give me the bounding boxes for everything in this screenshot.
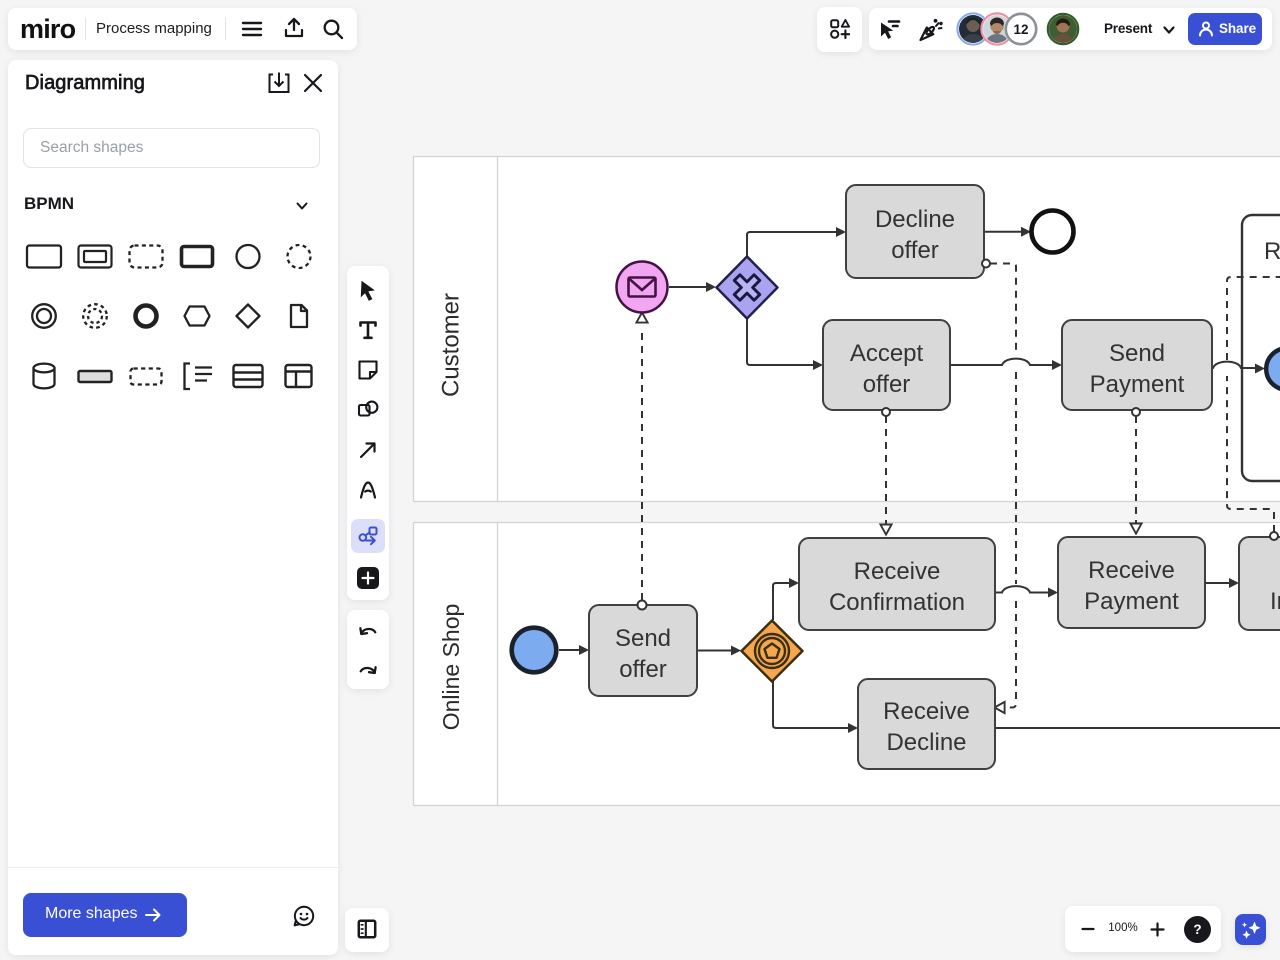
svg-text:Receive: Receive xyxy=(883,698,970,725)
svg-text:Payment: Payment xyxy=(1090,371,1185,398)
svg-text:Send: Send xyxy=(615,625,671,652)
svg-text:Decline: Decline xyxy=(886,729,966,756)
svg-text:Accept: Accept xyxy=(850,340,924,367)
svg-text:offer: offer xyxy=(619,656,667,683)
svg-text:Online Shop: Online Shop xyxy=(438,604,464,731)
svg-text:Invoice: Invoice xyxy=(1270,588,1280,615)
svg-text:Receive: Receive xyxy=(854,558,941,585)
svg-text:offer: offer xyxy=(891,237,939,264)
svg-text:Confirmation: Confirmation xyxy=(829,589,965,616)
svg-text:Rece: Rece xyxy=(1264,238,1280,265)
svg-text:Decline: Decline xyxy=(875,206,955,233)
svg-text:12: 12 xyxy=(1013,22,1028,37)
svg-text:Send: Send xyxy=(1109,340,1165,367)
svg-text:Customer: Customer xyxy=(438,293,465,397)
svg-text:Receive: Receive xyxy=(1088,557,1175,584)
svg-text:offer: offer xyxy=(863,371,911,398)
svg-text:Payment: Payment xyxy=(1084,588,1179,615)
